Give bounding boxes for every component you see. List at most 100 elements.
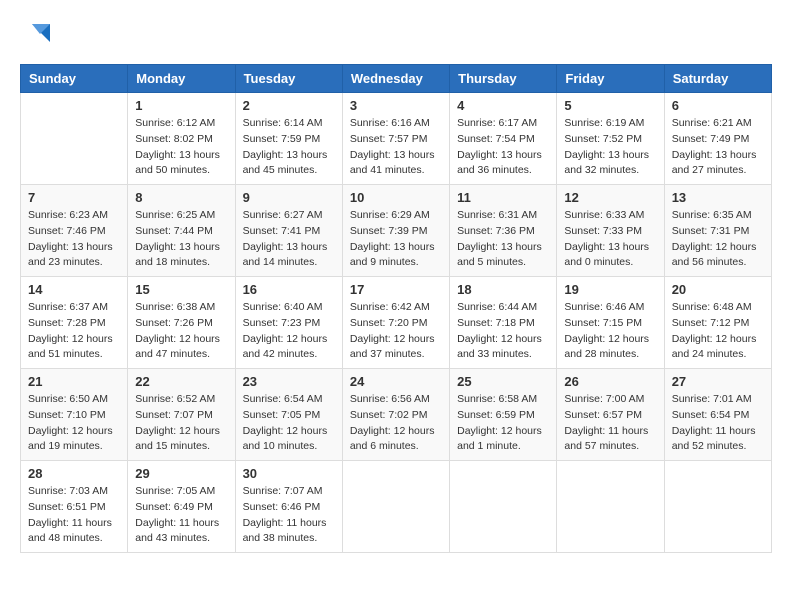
calendar-cell: 3 Sunrise: 6:16 AMSunset: 7:57 PMDaylight… [342, 93, 449, 185]
calendar-cell: 12 Sunrise: 6:33 AMSunset: 7:33 PMDayligh… [557, 185, 664, 277]
day-info: Sunrise: 6:29 AMSunset: 7:39 PMDaylight:… [350, 208, 442, 271]
day-number: 12 [564, 190, 656, 205]
calendar-cell: 14Sunrise: 6:37 AMSunset: 7:28 PMDayligh… [21, 277, 128, 369]
calendar-cell [21, 93, 128, 185]
calendar-dow-monday: Monday [128, 65, 235, 93]
calendar-cell: 10Sunrise: 6:29 AMSunset: 7:39 PMDayligh… [342, 185, 449, 277]
day-info: Sunrise: 6:19 AMSunset: 7:52 PMDaylight:… [564, 116, 656, 179]
calendar-cell: 5 Sunrise: 6:19 AMSunset: 7:52 PMDaylight… [557, 93, 664, 185]
calendar-cell: 4 Sunrise: 6:17 AMSunset: 7:54 PMDaylight… [450, 93, 557, 185]
day-info: Sunrise: 6:14 AMSunset: 7:59 PMDaylight:… [243, 116, 335, 179]
calendar-cell: 9Sunrise: 6:27 AMSunset: 7:41 PMDaylight… [235, 185, 342, 277]
day-number: 13 [672, 190, 764, 205]
calendar-cell [664, 461, 771, 553]
day-info: Sunrise: 6:16 AMSunset: 7:57 PMDaylight:… [350, 116, 442, 179]
day-info: Sunrise: 6:31 AMSunset: 7:36 PMDaylight:… [457, 208, 549, 271]
calendar-cell: 11 Sunrise: 6:31 AMSunset: 7:36 PMDayligh… [450, 185, 557, 277]
day-info: Sunrise: 6:33 AMSunset: 7:33 PMDaylight:… [564, 208, 656, 271]
day-number: 4 [457, 98, 549, 113]
day-number: 17 [350, 282, 442, 297]
day-info: Sunrise: 7:03 AMSunset: 6:51 PMDaylight:… [28, 484, 120, 547]
day-number: 29 [135, 466, 227, 481]
day-info: Sunrise: 7:01 AMSunset: 6:54 PMDaylight:… [672, 392, 764, 455]
day-info: Sunrise: 6:46 AMSunset: 7:15 PMDaylight:… [564, 300, 656, 363]
calendar-dow-sunday: Sunday [21, 65, 128, 93]
calendar-week-3: 14Sunrise: 6:37 AMSunset: 7:28 PMDayligh… [21, 277, 772, 369]
calendar-cell: 2 Sunrise: 6:14 AMSunset: 7:59 PMDaylight… [235, 93, 342, 185]
day-number: 7 [28, 190, 120, 205]
calendar-cell: 28 Sunrise: 7:03 AMSunset: 6:51 PMDayligh… [21, 461, 128, 553]
calendar-cell: 13Sunrise: 6:35 AMSunset: 7:31 PMDayligh… [664, 185, 771, 277]
calendar-cell: 26 Sunrise: 7:00 AMSunset: 6:57 PMDayligh… [557, 369, 664, 461]
day-number: 11 [457, 190, 549, 205]
calendar-dow-wednesday: Wednesday [342, 65, 449, 93]
day-info: Sunrise: 6:42 AMSunset: 7:20 PMDaylight:… [350, 300, 442, 363]
day-number: 19 [564, 282, 656, 297]
calendar-cell: 18 Sunrise: 6:44 AMSunset: 7:18 PMDayligh… [450, 277, 557, 369]
day-number: 26 [564, 374, 656, 389]
calendar-cell: 19 Sunrise: 6:46 AMSunset: 7:15 PMDayligh… [557, 277, 664, 369]
day-info: Sunrise: 6:17 AMSunset: 7:54 PMDaylight:… [457, 116, 549, 179]
calendar-cell: 29 Sunrise: 7:05 AMSunset: 6:49 PMDayligh… [128, 461, 235, 553]
day-number: 18 [457, 282, 549, 297]
calendar-table: SundayMondayTuesdayWednesdayThursdayFrid… [20, 64, 772, 553]
calendar-cell: 1 Sunrise: 6:12 AMSunset: 8:02 PMDaylight… [128, 93, 235, 185]
day-number: 5 [564, 98, 656, 113]
day-number: 24 [350, 374, 442, 389]
calendar-cell: 17 Sunrise: 6:42 AMSunset: 7:20 PMDayligh… [342, 277, 449, 369]
calendar-cell: 7Sunrise: 6:23 AMSunset: 7:46 PMDaylight… [21, 185, 128, 277]
day-number: 15 [135, 282, 227, 297]
day-info: Sunrise: 6:50 AMSunset: 7:10 PMDaylight:… [28, 392, 120, 455]
calendar-cell: 22Sunrise: 6:52 AMSunset: 7:07 PMDayligh… [128, 369, 235, 461]
logo [20, 20, 50, 48]
calendar-week-1: 1 Sunrise: 6:12 AMSunset: 8:02 PMDaylight… [21, 93, 772, 185]
calendar-week-5: 28 Sunrise: 7:03 AMSunset: 6:51 PMDayligh… [21, 461, 772, 553]
day-number: 22 [135, 374, 227, 389]
calendar-cell: 27 Sunrise: 7:01 AMSunset: 6:54 PMDayligh… [664, 369, 771, 461]
day-info: Sunrise: 6:12 AMSunset: 8:02 PMDaylight:… [135, 116, 227, 179]
calendar-dow-tuesday: Tuesday [235, 65, 342, 93]
day-number: 23 [243, 374, 335, 389]
day-number: 16 [243, 282, 335, 297]
calendar-cell: 15Sunrise: 6:38 AMSunset: 7:26 PMDayligh… [128, 277, 235, 369]
day-info: Sunrise: 6:58 AMSunset: 6:59 PMDaylight:… [457, 392, 549, 455]
day-info: Sunrise: 6:25 AMSunset: 7:44 PMDaylight:… [135, 208, 227, 271]
day-info: Sunrise: 6:54 AMSunset: 7:05 PMDaylight:… [243, 392, 335, 455]
day-number: 30 [243, 466, 335, 481]
day-number: 20 [672, 282, 764, 297]
calendar-dow-saturday: Saturday [664, 65, 771, 93]
day-info: Sunrise: 6:40 AMSunset: 7:23 PMDaylight:… [243, 300, 335, 363]
day-number: 27 [672, 374, 764, 389]
calendar-cell [342, 461, 449, 553]
day-number: 3 [350, 98, 442, 113]
day-info: Sunrise: 6:44 AMSunset: 7:18 PMDaylight:… [457, 300, 549, 363]
calendar-cell: 25 Sunrise: 6:58 AMSunset: 6:59 PMDayligh… [450, 369, 557, 461]
day-number: 28 [28, 466, 120, 481]
day-info: Sunrise: 7:05 AMSunset: 6:49 PMDaylight:… [135, 484, 227, 547]
day-number: 14 [28, 282, 120, 297]
calendar-cell: 16 Sunrise: 6:40 AMSunset: 7:23 PMDayligh… [235, 277, 342, 369]
calendar-cell: 30 Sunrise: 7:07 AMSunset: 6:46 PMDayligh… [235, 461, 342, 553]
day-info: Sunrise: 6:21 AMSunset: 7:49 PMDaylight:… [672, 116, 764, 179]
calendar-cell [557, 461, 664, 553]
day-number: 25 [457, 374, 549, 389]
day-number: 2 [243, 98, 335, 113]
calendar-cell: 20 Sunrise: 6:48 AMSunset: 7:12 PMDayligh… [664, 277, 771, 369]
day-number: 8 [135, 190, 227, 205]
day-number: 6 [672, 98, 764, 113]
day-number: 1 [135, 98, 227, 113]
calendar-cell: 8 Sunrise: 6:25 AMSunset: 7:44 PMDaylight… [128, 185, 235, 277]
day-info: Sunrise: 6:48 AMSunset: 7:12 PMDaylight:… [672, 300, 764, 363]
day-number: 9 [243, 190, 335, 205]
calendar-header-row: SundayMondayTuesdayWednesdayThursdayFrid… [21, 65, 772, 93]
day-info: Sunrise: 7:00 AMSunset: 6:57 PMDaylight:… [564, 392, 656, 455]
calendar-cell: 24 Sunrise: 6:56 AMSunset: 7:02 PMDayligh… [342, 369, 449, 461]
calendar-dow-friday: Friday [557, 65, 664, 93]
calendar-cell: 23 Sunrise: 6:54 AMSunset: 7:05 PMDayligh… [235, 369, 342, 461]
calendar-dow-thursday: Thursday [450, 65, 557, 93]
day-number: 21 [28, 374, 120, 389]
day-info: Sunrise: 6:56 AMSunset: 7:02 PMDaylight:… [350, 392, 442, 455]
day-info: Sunrise: 7:07 AMSunset: 6:46 PMDaylight:… [243, 484, 335, 547]
calendar-week-4: 21 Sunrise: 6:50 AMSunset: 7:10 PMDayligh… [21, 369, 772, 461]
calendar-cell: 6 Sunrise: 6:21 AMSunset: 7:49 PMDaylight… [664, 93, 771, 185]
